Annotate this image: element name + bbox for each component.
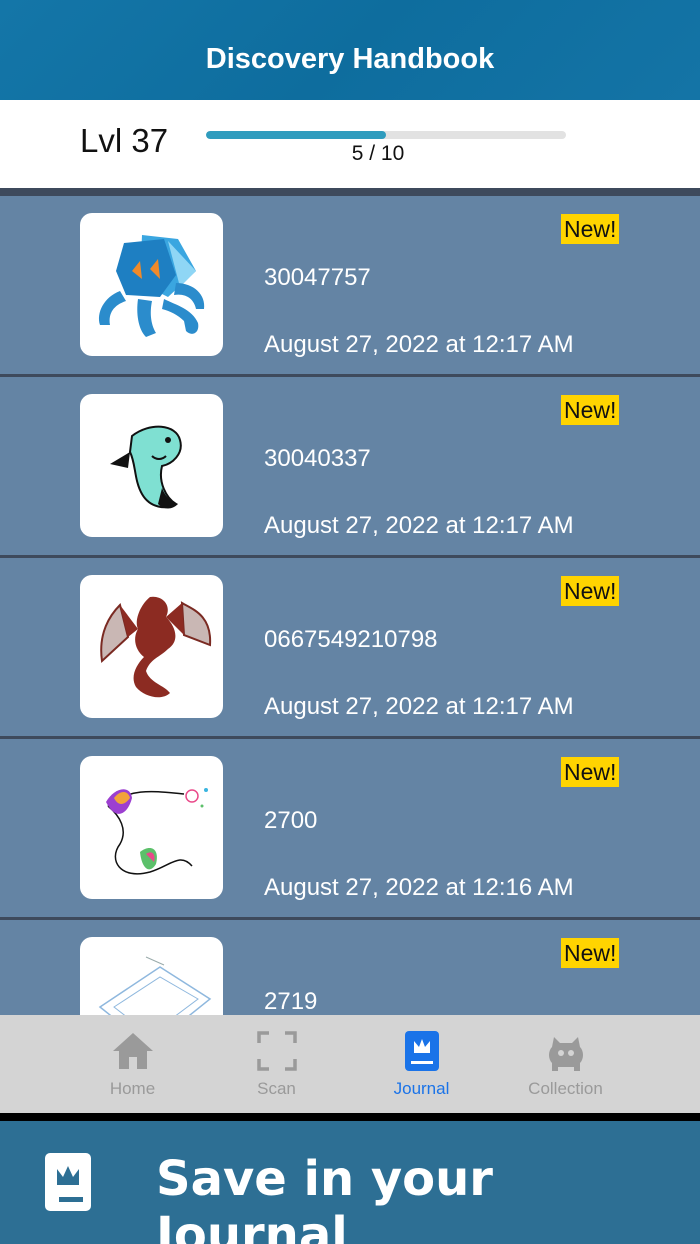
new-badge: New! bbox=[561, 938, 620, 968]
entry-date: August 27, 2022 at 12:16 AM bbox=[264, 874, 574, 901]
tab-label: Scan bbox=[257, 1079, 296, 1098]
bottom-tab-bar: Home Scan Journal Collection bbox=[0, 1015, 700, 1113]
home-icon bbox=[112, 1033, 153, 1069]
new-badge: New! bbox=[561, 214, 620, 244]
journal-icon bbox=[404, 1031, 439, 1071]
monster-icon bbox=[548, 1037, 583, 1071]
entry-thumbnail bbox=[80, 394, 223, 537]
banner-text: Save in your Journal bbox=[156, 1151, 493, 1244]
entry-thumbnail bbox=[80, 756, 223, 899]
entry-code: 2700 bbox=[264, 807, 318, 834]
journal-entry[interactable]: New! 30047757 August 27, 2022 at 12:17 A… bbox=[0, 196, 700, 374]
entry-thumbnail bbox=[80, 575, 223, 718]
tab-home[interactable]: Home bbox=[60, 1015, 205, 1113]
entry-date: August 27, 2022 at 12:17 AM bbox=[264, 331, 574, 358]
divider bbox=[0, 1113, 700, 1121]
tab-scan[interactable]: Scan bbox=[204, 1015, 349, 1113]
page-title: Discovery Handbook bbox=[205, 42, 495, 75]
level-progress-bar bbox=[206, 131, 566, 139]
new-badge: New! bbox=[561, 395, 620, 425]
level-progress-text: 5 / 10 bbox=[351, 142, 405, 165]
new-badge: New! bbox=[561, 576, 620, 606]
journal-icon bbox=[45, 1153, 91, 1211]
journal-list[interactable]: New! 30047757 August 27, 2022 at 12:17 A… bbox=[0, 188, 700, 1015]
journal-entry[interactable]: New! 2700 August 27, 2022 at 12:16 AM bbox=[0, 739, 700, 917]
entry-code: 30040337 bbox=[264, 445, 371, 472]
entry-code: 0667549210798 bbox=[264, 626, 438, 653]
tab-label: Home bbox=[109, 1079, 156, 1098]
tab-label: Collection bbox=[528, 1079, 603, 1098]
tab-collection[interactable]: Collection bbox=[493, 1015, 638, 1113]
tab-journal[interactable]: Journal bbox=[349, 1015, 494, 1113]
entry-code: 2719 bbox=[264, 988, 318, 1015]
level-label: Lvl 37 bbox=[80, 122, 169, 159]
level-progress-fill bbox=[206, 131, 386, 139]
journal-entry[interactable]: New! 30040337 August 27, 2022 at 12:17 A… bbox=[0, 377, 700, 555]
journal-entry[interactable]: New! 0667549210798 August 27, 2022 at 12… bbox=[0, 558, 700, 736]
entry-date: August 27, 2022 at 12:17 AM bbox=[264, 693, 574, 720]
header-bar: Discovery Handbook bbox=[0, 0, 700, 100]
journal-entry[interactable]: New! 2719 bbox=[0, 920, 700, 1015]
new-badge: New! bbox=[561, 757, 620, 787]
entry-thumbnail bbox=[80, 213, 223, 356]
entry-thumbnail bbox=[80, 937, 223, 1015]
entry-code: 30047757 bbox=[264, 264, 371, 291]
tab-label: Journal bbox=[393, 1079, 450, 1098]
scan-icon bbox=[256, 1031, 297, 1071]
entry-date: August 27, 2022 at 12:17 AM bbox=[264, 512, 574, 539]
promo-banner: Save in your Journal bbox=[0, 1121, 700, 1244]
level-panel: Lvl 37 5 / 10 bbox=[0, 100, 700, 188]
